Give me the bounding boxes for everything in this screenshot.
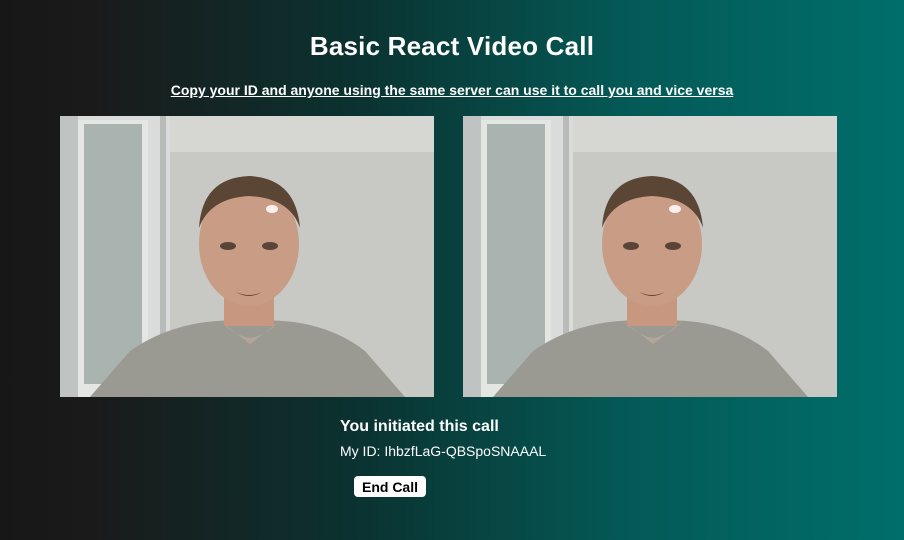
my-id-value: IhbzfLaG-QBSpoSNAAAL <box>384 443 547 459</box>
end-call-button[interactable]: End Call <box>354 476 426 497</box>
remote-video-frame <box>463 116 837 397</box>
my-id-label: My ID: <box>340 443 381 459</box>
remote-video <box>463 116 837 397</box>
id-instructions-link[interactable]: Copy your ID and anyone using the same s… <box>0 82 904 98</box>
local-video-frame <box>60 116 434 397</box>
my-id-row: My ID: IhbzfLaG-QBSpoSNAAAL <box>340 443 546 459</box>
call-status: You initiated this call <box>340 418 499 435</box>
page-title: Basic React Video Call <box>309 31 595 61</box>
local-video <box>60 116 434 397</box>
video-call-app: Basic React Video Call Copy your ID and … <box>0 0 904 540</box>
